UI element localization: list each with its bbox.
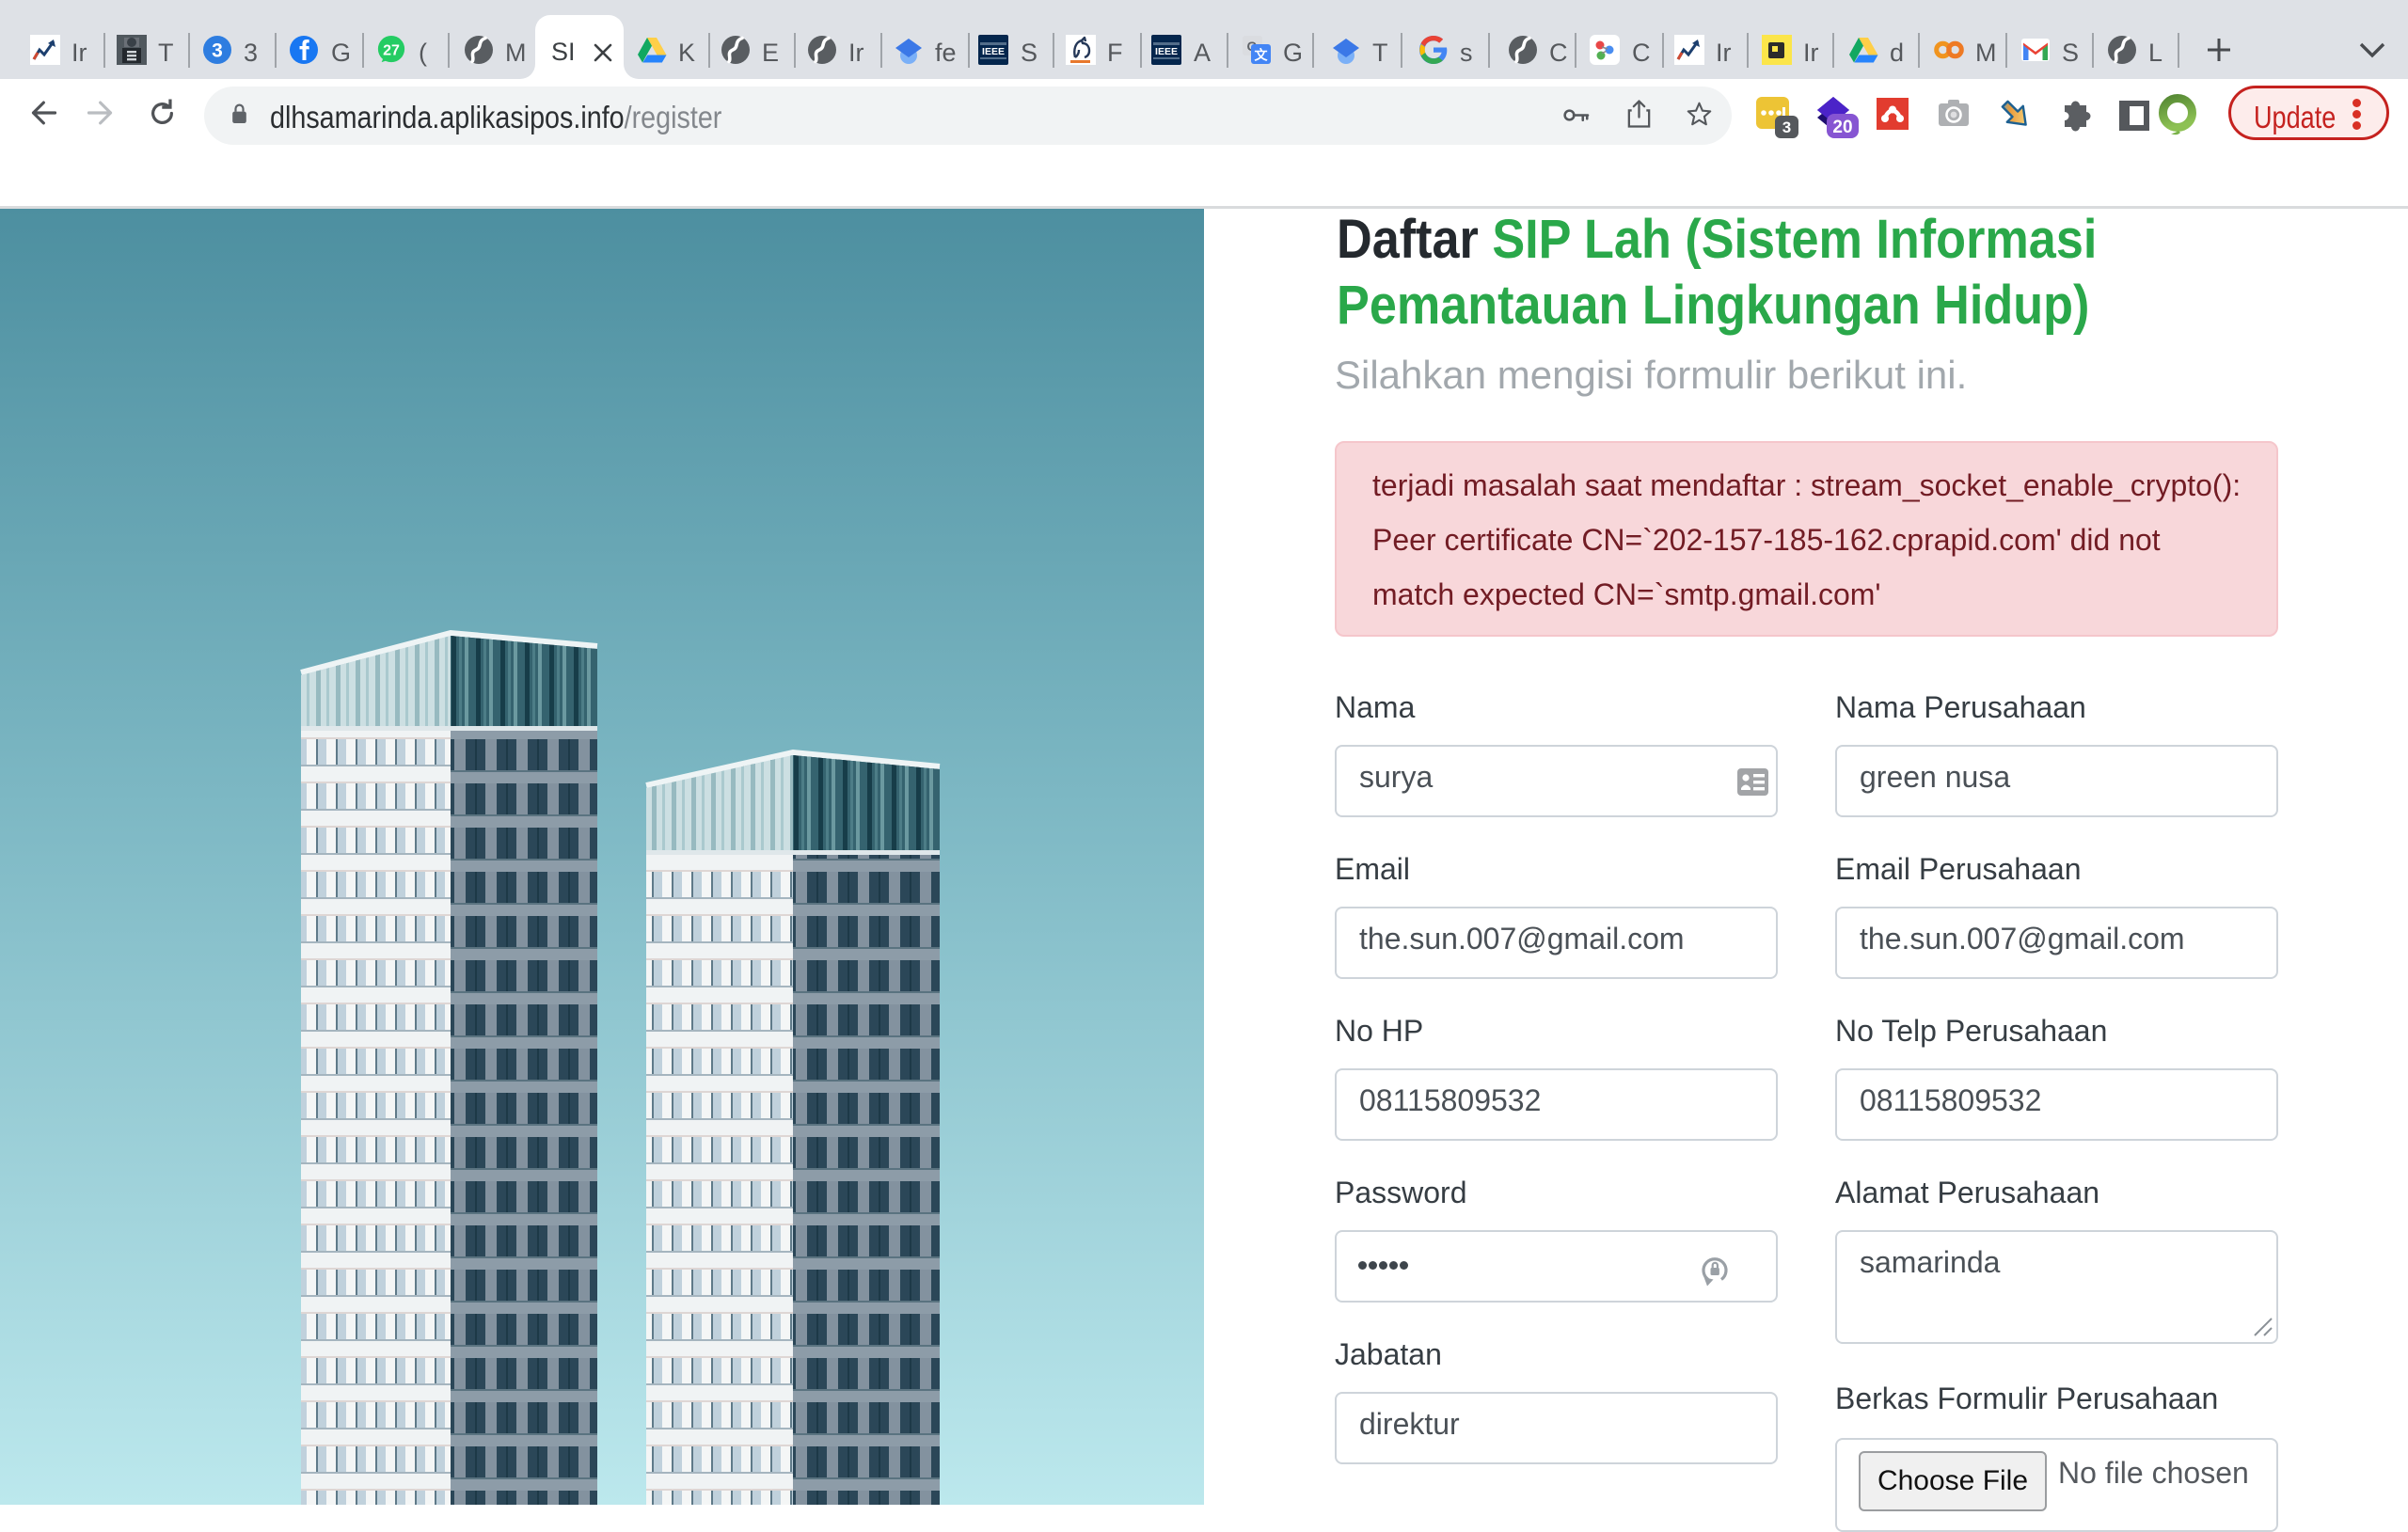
svg-text:20: 20 [1832, 118, 1852, 137]
svg-text:3: 3 [1782, 118, 1791, 136]
